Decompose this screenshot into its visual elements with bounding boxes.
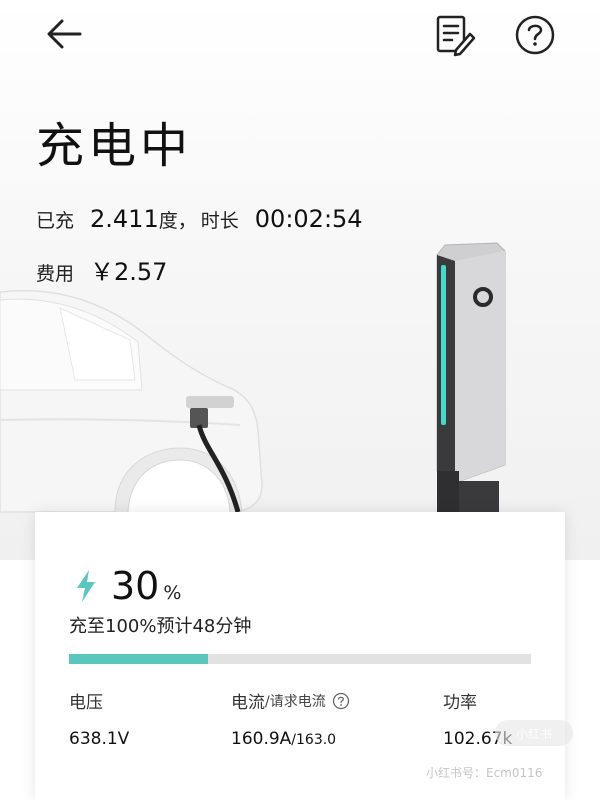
charged-info-row: 已充 2.411 度 ， 时长 00:02:54 — [36, 205, 363, 233]
current-request-label: /请求电流 — [265, 693, 326, 710]
charging-record-button[interactable] — [432, 12, 478, 58]
duration-value: 00:02:54 — [254, 205, 363, 233]
charged-unit: 度 — [158, 210, 178, 232]
current-info-icon[interactable] — [332, 692, 350, 710]
charge-progress-fill — [69, 654, 208, 664]
cost-value: ￥2.57 — [90, 258, 168, 286]
charge-progress-bar — [69, 654, 531, 664]
current-request-value: /163.0 — [291, 732, 337, 748]
cost-row: 费用 ￥2.57 — [36, 252, 167, 287]
current-label: 电流 — [231, 693, 265, 713]
current-label-row: 电流 /请求电流 — [231, 688, 350, 713]
back-button[interactable] — [40, 12, 88, 60]
help-circle-icon — [515, 15, 555, 55]
battery-percent-row: 30 % — [75, 564, 181, 608]
battery-percent-value: 30 — [111, 564, 160, 608]
current-stat: 电流 /请求电流 160.9A/163.0 — [231, 688, 350, 749]
charger-image — [425, 235, 525, 525]
voltage-label: 电压 — [69, 693, 103, 713]
car-image — [0, 280, 300, 540]
separator: ， — [177, 210, 197, 232]
current-value: 160.9A — [231, 729, 292, 749]
edit-record-icon — [436, 15, 476, 57]
charging-status-card: 30 % 充至100%预计48分钟 电压 638.1V 电流 /请求电流 160… — [35, 512, 573, 800]
page-title: 充电中 — [36, 118, 193, 174]
cost-label: 费用 — [36, 263, 75, 285]
help-button[interactable] — [512, 12, 558, 58]
charged-label: 已充 — [36, 210, 75, 232]
watermark-text: 小红书号：Ecm0116 — [426, 766, 543, 780]
charged-value: 2.411 — [90, 205, 159, 233]
duration-label: 时长 — [200, 210, 239, 232]
power-label: 功率 — [443, 693, 477, 713]
voltage-value: 638.1V — [69, 729, 130, 749]
lightning-bolt-icon — [77, 570, 95, 602]
battery-percent-unit: % — [163, 582, 182, 604]
charge-eta-text: 充至100%预计48分钟 — [69, 616, 252, 637]
top-bar — [0, 0, 600, 70]
back-arrow-icon — [47, 19, 82, 49]
current-value-row: 160.9A/163.0 — [231, 729, 350, 749]
voltage-stat: 电压 638.1V — [69, 688, 129, 749]
watermark-badge: 小红书 — [495, 720, 573, 746]
